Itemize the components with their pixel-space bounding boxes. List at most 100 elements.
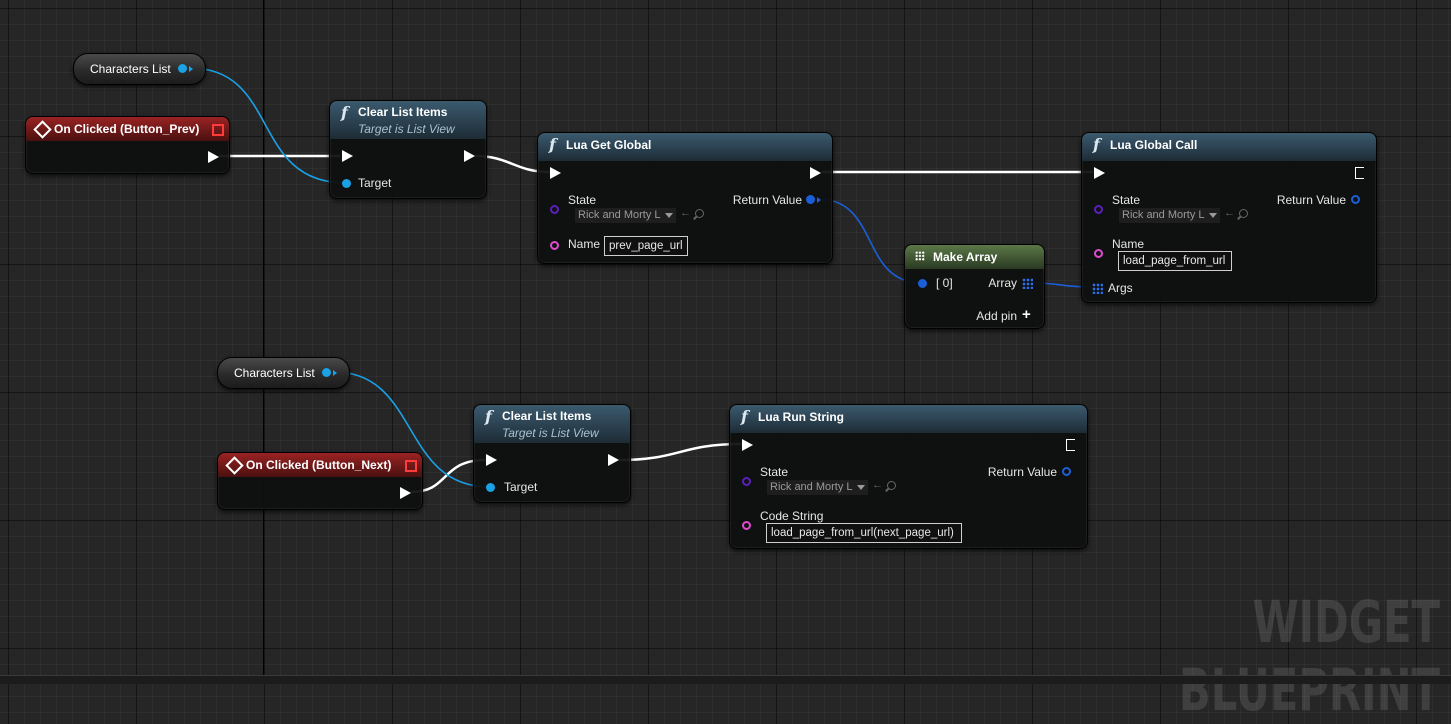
node-header: f Clear List Items Target is List View bbox=[330, 101, 486, 139]
args-input-pin[interactable] bbox=[1092, 283, 1103, 294]
return-value-label: Return Value bbox=[732, 193, 802, 207]
exec-output-pin[interactable] bbox=[810, 167, 821, 179]
lua-global-call-node[interactable]: f Lua Global Call State Rick and Morty L… bbox=[1081, 132, 1377, 303]
pin-arrow-icon bbox=[189, 66, 193, 72]
return-value-output-pin[interactable] bbox=[806, 195, 815, 204]
return-value-output-pin[interactable] bbox=[1062, 467, 1071, 476]
lua-get-global-node[interactable]: f Lua Get Global State Rick and Morty L … bbox=[537, 132, 833, 264]
f-function-icon: f bbox=[485, 407, 492, 426]
node-title: On Clicked (Button_Prev) bbox=[54, 122, 200, 136]
make-array-node[interactable]: Make Array [ 0] Array Add pin + bbox=[904, 244, 1045, 329]
state-input-pin[interactable] bbox=[742, 477, 751, 486]
args-label: Args bbox=[1108, 281, 1133, 295]
wires-layer bbox=[189, 67, 1093, 494]
lua-run-string-node[interactable]: f Lua Run String State Rick and Morty L … bbox=[729, 404, 1088, 549]
state-label: State bbox=[1112, 193, 1141, 207]
node-title: Lua Global Call bbox=[1110, 138, 1198, 152]
node-title: Clear List Items bbox=[358, 105, 448, 119]
exec-input-pin[interactable] bbox=[486, 454, 497, 466]
blueprint-graph-canvas[interactable]: Characters List On Clicked (Button_Prev)… bbox=[0, 0, 1451, 724]
node-title: Lua Get Global bbox=[566, 138, 652, 152]
clear-list-items-node-bottom[interactable]: f Clear List Items Target is List View T… bbox=[473, 404, 631, 503]
target-input-pin[interactable] bbox=[342, 179, 351, 188]
state-value: Rick and Morty L bbox=[770, 481, 853, 493]
f-function-icon: f bbox=[1093, 135, 1100, 154]
code-string-label: Code String bbox=[760, 509, 824, 523]
exec-output-pin[interactable] bbox=[608, 454, 619, 466]
browse-search-icon[interactable] bbox=[695, 209, 704, 218]
f-function-icon: f bbox=[549, 135, 556, 154]
node-title: On Clicked (Button_Next) bbox=[246, 458, 392, 472]
name-text-field[interactable]: prev_page_url bbox=[604, 236, 688, 256]
use-selected-arrow-icon[interactable]: ← bbox=[1224, 207, 1235, 219]
chevron-down-icon bbox=[665, 213, 673, 218]
exec-input-pin[interactable] bbox=[550, 167, 561, 179]
exec-input-pin[interactable] bbox=[1094, 167, 1105, 179]
exec-output-pin[interactable] bbox=[1355, 167, 1366, 179]
code-string-text-field[interactable]: load_page_from_url(next_page_url) bbox=[766, 523, 962, 543]
array-output-pin[interactable] bbox=[1022, 278, 1033, 289]
target-input-pin[interactable] bbox=[486, 483, 495, 492]
object-output-pin[interactable] bbox=[322, 368, 331, 377]
return-value-label: Return Value bbox=[1276, 193, 1346, 207]
characters-list-variable-node[interactable]: Characters List bbox=[217, 357, 350, 389]
state-dropdown[interactable]: Rick and Morty L bbox=[767, 480, 868, 495]
f-function-icon: f bbox=[341, 103, 348, 122]
node-header: On Clicked (Button_Prev) bbox=[26, 117, 229, 141]
target-label: Target bbox=[358, 176, 392, 190]
state-label: State bbox=[760, 465, 789, 479]
return-value-output-pin[interactable] bbox=[1351, 195, 1360, 204]
red-square-delegate-icon[interactable] bbox=[405, 460, 417, 472]
exec-input-pin[interactable] bbox=[742, 439, 753, 451]
diamond-event-icon bbox=[33, 120, 52, 139]
widget-blueprint-watermark: WIDGET BLUEPRINT bbox=[1178, 588, 1440, 724]
state-input-pin[interactable] bbox=[550, 205, 559, 214]
add-pin-label[interactable]: Add pin bbox=[955, 309, 1017, 323]
node-title: Make Array bbox=[933, 250, 998, 264]
node-header: f Lua Get Global bbox=[538, 133, 832, 161]
red-square-delegate-icon[interactable] bbox=[212, 124, 224, 136]
node-subtitle: Target is List View bbox=[358, 122, 455, 136]
node-title: Lua Run String bbox=[758, 410, 844, 424]
exec-output-pin[interactable] bbox=[1066, 439, 1077, 451]
state-dropdown[interactable]: Rick and Morty L bbox=[1119, 208, 1220, 223]
on-clicked-prev-event-node[interactable]: On Clicked (Button_Prev) bbox=[25, 116, 230, 174]
array-output-label: Array bbox=[988, 276, 1017, 290]
pin-arrow-icon bbox=[817, 197, 821, 203]
object-output-pin[interactable] bbox=[178, 64, 187, 73]
use-selected-arrow-icon[interactable]: ← bbox=[680, 207, 691, 219]
name-input-pin[interactable] bbox=[1094, 249, 1103, 258]
exec-output-pin[interactable] bbox=[464, 150, 475, 162]
node-header: f Clear List Items Target is List View bbox=[474, 405, 630, 443]
exec-wire bbox=[618, 442, 743, 462]
characters-list-variable-node[interactable]: Characters List bbox=[73, 53, 206, 85]
node-header: On Clicked (Button_Next) bbox=[218, 453, 422, 477]
browse-search-icon[interactable] bbox=[887, 481, 896, 490]
chevron-down-icon bbox=[857, 485, 865, 490]
state-label: State bbox=[568, 193, 597, 207]
name-text-field[interactable]: load_page_from_url bbox=[1118, 251, 1232, 271]
node-title: Clear List Items bbox=[502, 409, 592, 423]
exec-output-pin[interactable] bbox=[208, 151, 219, 163]
browse-search-icon[interactable] bbox=[1239, 209, 1248, 218]
name-label: Name bbox=[1112, 237, 1145, 251]
node-subtitle: Target is List View bbox=[502, 426, 599, 440]
state-input-pin[interactable] bbox=[1094, 205, 1103, 214]
pin-arrow-icon bbox=[333, 370, 337, 376]
state-value: Rick and Morty L bbox=[578, 209, 661, 221]
array-element-input-pin[interactable] bbox=[918, 279, 927, 288]
plus-icon[interactable]: + bbox=[1022, 306, 1031, 323]
state-dropdown[interactable]: Rick and Morty L bbox=[575, 208, 676, 223]
grid-array-icon bbox=[915, 251, 925, 261]
name-input-pin[interactable] bbox=[550, 241, 559, 250]
state-value: Rick and Morty L bbox=[1122, 209, 1205, 221]
chevron-down-icon bbox=[1209, 213, 1217, 218]
code-string-input-pin[interactable] bbox=[742, 521, 751, 530]
clear-list-items-node-top[interactable]: f Clear List Items Target is List View T… bbox=[329, 100, 487, 199]
exec-input-pin[interactable] bbox=[342, 150, 353, 162]
on-clicked-next-event-node[interactable]: On Clicked (Button_Next) bbox=[217, 452, 423, 510]
use-selected-arrow-icon[interactable]: ← bbox=[872, 479, 883, 491]
return-value-label: Return Value bbox=[987, 465, 1057, 479]
exec-output-pin[interactable] bbox=[400, 487, 411, 499]
f-function-icon: f bbox=[741, 407, 748, 426]
